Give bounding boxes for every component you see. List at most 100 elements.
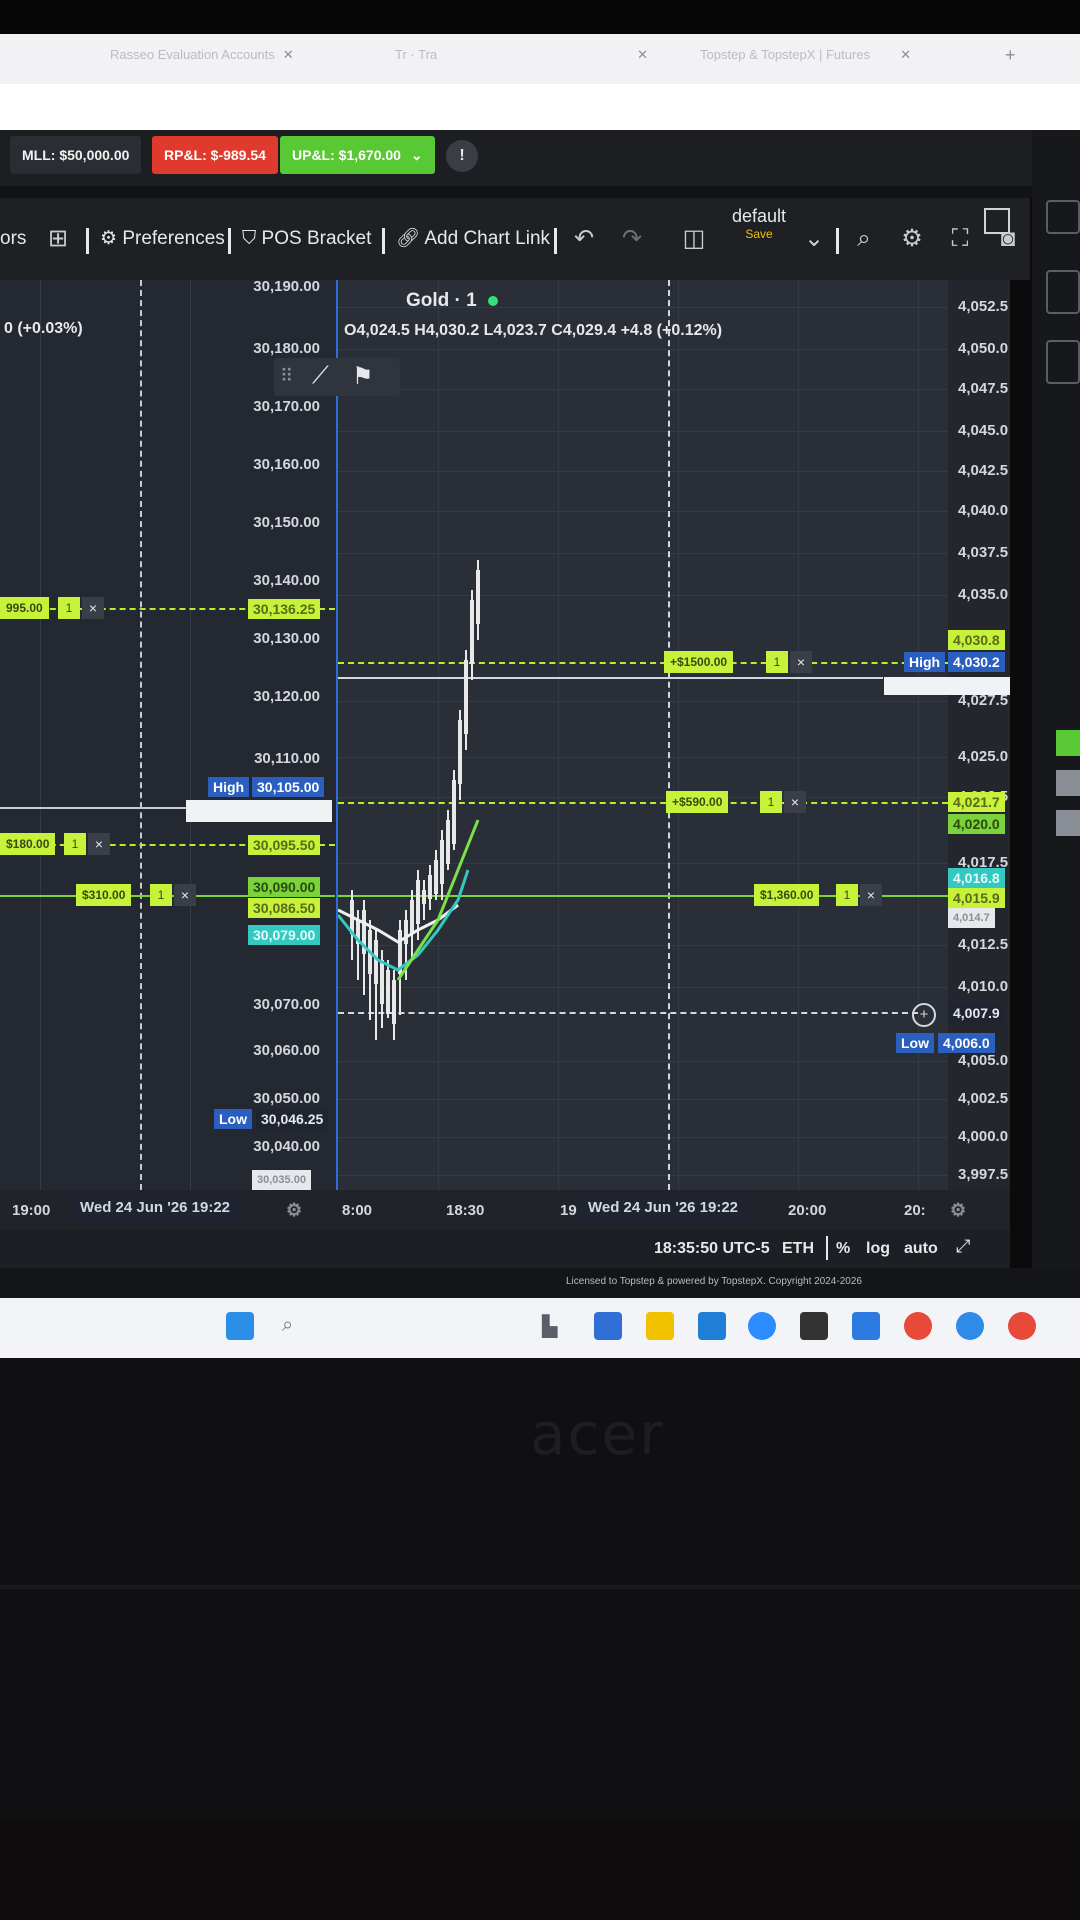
price-tick: 4,052.5 [958, 298, 1009, 315]
outlook-icon[interactable] [852, 1312, 880, 1340]
indicators-button[interactable]: ors [0, 220, 26, 258]
browser-tab[interactable]: Rasseo Evaluation Accounts ✕ [110, 40, 294, 70]
close-icon[interactable]: × [88, 833, 110, 855]
app-icon[interactable] [594, 1312, 622, 1340]
time-axis[interactable]: 19:00 Wed 24 Jun '26 19:22 ⚙ 8:00 18:30 … [0, 1190, 1010, 1230]
close-icon[interactable]: ✕ [637, 47, 648, 62]
main-chart-pane[interactable]: Gold · 1 O4,024.5 H4,030.2 L4,023.7 C4,0… [274, 280, 948, 1210]
price-tick: 30,170.00 [253, 398, 320, 415]
drag-handle-icon[interactable]: ⠿ [280, 366, 293, 387]
search-icon[interactable]: ⌕ [282, 1314, 293, 1337]
chrome-icon[interactable] [956, 1312, 984, 1340]
auto-toggle[interactable]: auto [904, 1240, 938, 1258]
monitor-top-bezel [0, 0, 1080, 34]
price-series [338, 560, 480, 1040]
toolbar-divider [554, 228, 557, 254]
main-price-axis[interactable]: 4,052.5 4,050.0 4,047.5 4,045.0 4,042.5 4,040… [948, 280, 1010, 1210]
axis-flag: 30,035.00 [252, 1170, 311, 1190]
percent-toggle[interactable]: % [836, 1240, 850, 1258]
unrealized-pnl-value: UP&L: $1,670.00 [292, 147, 401, 163]
order-tag[interactable]: $310.00 [76, 884, 132, 906]
order-qty[interactable]: 1 [58, 597, 80, 619]
order-qty[interactable]: 1 [150, 884, 172, 906]
add-chart-link-button[interactable]: 🔗︎ Add Chart Link [396, 220, 550, 258]
link-icon: 🔗︎ [396, 228, 421, 249]
add-chart-link-label: Add Chart Link [424, 228, 551, 249]
side-panel-edge [1032, 130, 1080, 1300]
windows-start-icon[interactable] [226, 1312, 254, 1340]
price-tick: 4,005.0 [958, 1052, 1009, 1069]
tab-label: Rasseo Evaluation Accounts [110, 47, 275, 62]
maximize-pane-icon[interactable] [984, 208, 1010, 234]
chrome-icon[interactable] [904, 1312, 932, 1340]
gear-icon: ⚙ [100, 228, 118, 249]
browser-tab[interactable]: Topstep & TopstepX | Futures ✕ [700, 40, 911, 70]
fullscreen-icon[interactable]: ⛶ [942, 220, 978, 258]
order-qty[interactable]: 1 [64, 833, 86, 855]
order-tag[interactable]: 995.00 [0, 597, 49, 619]
candle-body [374, 940, 378, 984]
settings-icon[interactable]: ⚙ [950, 1200, 966, 1221]
left-ohlc-fragment: 0 (+0.03%) [4, 320, 83, 337]
side-panel-button[interactable] [1046, 270, 1080, 314]
task-view-icon[interactable]: ▙ [542, 1314, 557, 1339]
chrome-icon[interactable] [1008, 1312, 1036, 1340]
close-icon[interactable]: ✕ [900, 47, 911, 62]
candle-body [428, 875, 432, 899]
price-tick: 4,045.0 [958, 422, 1009, 439]
price-tick: 4,047.5 [958, 380, 1009, 397]
settings-icon[interactable]: ⚙ [286, 1200, 302, 1221]
tab-label: Tr · Tra [395, 47, 438, 62]
high-value: 4,030.2 [948, 652, 1005, 672]
redo-icon[interactable]: ↷ [614, 220, 650, 258]
chevron-down-icon[interactable]: ⌄ [796, 220, 832, 258]
layout-selector[interactable]: default Save [726, 206, 792, 241]
notion-icon[interactable] [800, 1312, 828, 1340]
axis-flag: 30,095.50 [248, 835, 321, 855]
unrealized-pnl-badge[interactable]: UP&L: $1,670.00 ⌄ [280, 136, 435, 174]
log-toggle[interactable]: log [866, 1240, 890, 1258]
new-tab-button[interactable]: + [1005, 40, 1016, 70]
grid-layout-icon[interactable]: ⊞ [40, 220, 76, 258]
side-panel-button[interactable] [1046, 340, 1080, 384]
split-layout-icon[interactable]: ◫ [676, 220, 712, 258]
store-icon[interactable] [698, 1312, 726, 1340]
brand-logo: acer [530, 1400, 665, 1468]
close-icon[interactable]: ✕ [283, 47, 294, 62]
close-icon[interactable]: × [174, 884, 196, 906]
undo-icon[interactable]: ↶ [566, 220, 602, 258]
copyright-text: Licensed to Topstep & powered by Topstep… [566, 1276, 862, 1287]
candle-body [380, 960, 384, 1004]
price-tick: 30,070.00 [253, 996, 320, 1013]
pos-bracket-button[interactable]: ⛉ POS Bracket [242, 220, 371, 258]
candle-body [422, 890, 426, 904]
price-tick: 4,025.0 [958, 748, 1009, 765]
crosshair-time-flag: Wed 24 Jun '26 19:22 [70, 1194, 241, 1222]
left-chart-pane[interactable]: 0 (+0.03%) 30,190.00 30,180.00 30,170.00 30… [0, 278, 338, 1210]
layout-save-link[interactable]: Save [726, 227, 792, 241]
price-tick: 4,040.0 [958, 502, 1009, 519]
trendline-icon[interactable]: ⟋ [312, 362, 329, 390]
side-panel-button[interactable] [1046, 200, 1080, 234]
session-toggle[interactable]: ETH [782, 1240, 814, 1258]
info-button[interactable]: ! [446, 140, 478, 172]
time-tick: 8:00 [342, 1202, 373, 1219]
add-order-icon[interactable]: + [912, 1003, 936, 1027]
expand-icon[interactable]: ⤢ [956, 1236, 970, 1257]
preferences-button[interactable]: ⚙ Preferences [100, 220, 225, 258]
order-tag[interactable]: $180.00 [0, 833, 56, 855]
toolbar-divider [86, 228, 89, 254]
low-value: 4,006.0 [938, 1033, 995, 1053]
zoom-app-icon[interactable] [748, 1312, 776, 1340]
side-panel-indicator [1056, 730, 1080, 756]
candle-body [392, 980, 396, 1024]
mll-badge: MLL: $50,000.00 [10, 136, 142, 174]
browser-tab[interactable]: Tr · Tra ✕ [395, 40, 648, 70]
preferences-label: Preferences [122, 228, 225, 249]
price-tick: 30,040.00 [253, 1138, 320, 1155]
zoom-icon[interactable]: ⌕ [846, 220, 882, 258]
close-icon[interactable]: × [82, 597, 104, 619]
candle-body [410, 900, 414, 934]
settings-icon[interactable]: ⚙ [894, 220, 930, 258]
file-explorer-icon[interactable] [646, 1312, 674, 1340]
